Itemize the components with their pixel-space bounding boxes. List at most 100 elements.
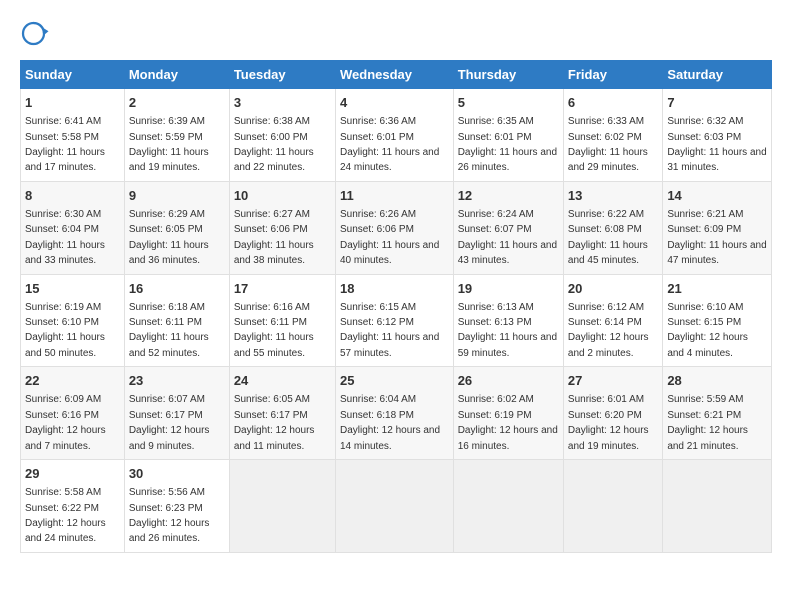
logo-icon: [20, 20, 50, 50]
day-number: 23: [129, 372, 225, 390]
calendar-cell: 15 Sunrise: 6:19 AMSunset: 6:10 PMDaylig…: [21, 274, 125, 367]
calendar-cell: 23 Sunrise: 6:07 AMSunset: 6:17 PMDaylig…: [124, 367, 229, 460]
day-number: 7: [667, 94, 767, 112]
calendar-week-2: 8 Sunrise: 6:30 AMSunset: 6:04 PMDayligh…: [21, 181, 772, 274]
column-header-monday: Monday: [124, 61, 229, 89]
day-number: 5: [458, 94, 559, 112]
day-number: 4: [340, 94, 449, 112]
day-number: 27: [568, 372, 658, 390]
calendar-cell: 29 Sunrise: 5:58 AMSunset: 6:22 PMDaylig…: [21, 460, 125, 553]
calendar-cell: 18 Sunrise: 6:15 AMSunset: 6:12 PMDaylig…: [335, 274, 453, 367]
day-info: Sunrise: 6:36 AMSunset: 6:01 PMDaylight:…: [340, 116, 439, 173]
logo: [20, 20, 54, 50]
calendar-cell: 8 Sunrise: 6:30 AMSunset: 6:04 PMDayligh…: [21, 181, 125, 274]
day-number: 16: [129, 280, 225, 298]
calendar-cell: [563, 460, 662, 553]
calendar-table: SundayMondayTuesdayWednesdayThursdayFrid…: [20, 60, 772, 553]
calendar-cell: 24 Sunrise: 6:05 AMSunset: 6:17 PMDaylig…: [229, 367, 335, 460]
day-number: 3: [234, 94, 331, 112]
day-info: Sunrise: 6:39 AMSunset: 5:59 PMDaylight:…: [129, 116, 209, 173]
calendar-cell: 12 Sunrise: 6:24 AMSunset: 6:07 PMDaylig…: [453, 181, 563, 274]
calendar-cell: 4 Sunrise: 6:36 AMSunset: 6:01 PMDayligh…: [335, 89, 453, 182]
calendar-cell: 6 Sunrise: 6:33 AMSunset: 6:02 PMDayligh…: [563, 89, 662, 182]
day-number: 10: [234, 187, 331, 205]
day-info: Sunrise: 6:04 AMSunset: 6:18 PMDaylight:…: [340, 394, 440, 451]
day-info: Sunrise: 6:22 AMSunset: 6:08 PMDaylight:…: [568, 209, 648, 266]
calendar-cell: 26 Sunrise: 6:02 AMSunset: 6:19 PMDaylig…: [453, 367, 563, 460]
day-info: Sunrise: 6:02 AMSunset: 6:19 PMDaylight:…: [458, 394, 558, 451]
calendar-week-1: 1 Sunrise: 6:41 AMSunset: 5:58 PMDayligh…: [21, 89, 772, 182]
day-info: Sunrise: 6:26 AMSunset: 6:06 PMDaylight:…: [340, 209, 439, 266]
day-number: 14: [667, 187, 767, 205]
day-info: Sunrise: 6:09 AMSunset: 6:16 PMDaylight:…: [25, 394, 106, 451]
day-info: Sunrise: 6:12 AMSunset: 6:14 PMDaylight:…: [568, 302, 649, 359]
day-number: 12: [458, 187, 559, 205]
day-number: 1: [25, 94, 120, 112]
day-number: 26: [458, 372, 559, 390]
day-info: Sunrise: 5:58 AMSunset: 6:22 PMDaylight:…: [25, 487, 106, 544]
day-number: 18: [340, 280, 449, 298]
day-number: 29: [25, 465, 120, 483]
calendar-cell: 28 Sunrise: 5:59 AMSunset: 6:21 PMDaylig…: [663, 367, 772, 460]
day-number: 20: [568, 280, 658, 298]
day-number: 6: [568, 94, 658, 112]
calendar-cell: 21 Sunrise: 6:10 AMSunset: 6:15 PMDaylig…: [663, 274, 772, 367]
calendar-cell: 14 Sunrise: 6:21 AMSunset: 6:09 PMDaylig…: [663, 181, 772, 274]
calendar-cell: 19 Sunrise: 6:13 AMSunset: 6:13 PMDaylig…: [453, 274, 563, 367]
calendar-cell: 7 Sunrise: 6:32 AMSunset: 6:03 PMDayligh…: [663, 89, 772, 182]
column-header-tuesday: Tuesday: [229, 61, 335, 89]
day-info: Sunrise: 6:32 AMSunset: 6:03 PMDaylight:…: [667, 116, 766, 173]
calendar-cell: 22 Sunrise: 6:09 AMSunset: 6:16 PMDaylig…: [21, 367, 125, 460]
header-row: SundayMondayTuesdayWednesdayThursdayFrid…: [21, 61, 772, 89]
day-info: Sunrise: 6:01 AMSunset: 6:20 PMDaylight:…: [568, 394, 649, 451]
day-number: 2: [129, 94, 225, 112]
calendar-week-3: 15 Sunrise: 6:19 AMSunset: 6:10 PMDaylig…: [21, 274, 772, 367]
calendar-cell: 2 Sunrise: 6:39 AMSunset: 5:59 PMDayligh…: [124, 89, 229, 182]
calendar-cell: 13 Sunrise: 6:22 AMSunset: 6:08 PMDaylig…: [563, 181, 662, 274]
calendar-cell: 10 Sunrise: 6:27 AMSunset: 6:06 PMDaylig…: [229, 181, 335, 274]
column-header-sunday: Sunday: [21, 61, 125, 89]
calendar-cell: 11 Sunrise: 6:26 AMSunset: 6:06 PMDaylig…: [335, 181, 453, 274]
day-info: Sunrise: 5:56 AMSunset: 6:23 PMDaylight:…: [129, 487, 210, 544]
day-info: Sunrise: 6:30 AMSunset: 6:04 PMDaylight:…: [25, 209, 105, 266]
day-number: 15: [25, 280, 120, 298]
calendar-cell: [663, 460, 772, 553]
calendar-cell: [229, 460, 335, 553]
day-info: Sunrise: 6:15 AMSunset: 6:12 PMDaylight:…: [340, 302, 439, 359]
calendar-cell: 30 Sunrise: 5:56 AMSunset: 6:23 PMDaylig…: [124, 460, 229, 553]
day-info: Sunrise: 6:24 AMSunset: 6:07 PMDaylight:…: [458, 209, 557, 266]
day-info: Sunrise: 6:13 AMSunset: 6:13 PMDaylight:…: [458, 302, 557, 359]
day-info: Sunrise: 6:05 AMSunset: 6:17 PMDaylight:…: [234, 394, 315, 451]
calendar-cell: 25 Sunrise: 6:04 AMSunset: 6:18 PMDaylig…: [335, 367, 453, 460]
column-header-friday: Friday: [563, 61, 662, 89]
day-info: Sunrise: 6:35 AMSunset: 6:01 PMDaylight:…: [458, 116, 557, 173]
day-info: Sunrise: 6:38 AMSunset: 6:00 PMDaylight:…: [234, 116, 314, 173]
column-header-wednesday: Wednesday: [335, 61, 453, 89]
day-number: 8: [25, 187, 120, 205]
day-number: 30: [129, 465, 225, 483]
calendar-cell: 27 Sunrise: 6:01 AMSunset: 6:20 PMDaylig…: [563, 367, 662, 460]
calendar-cell: [335, 460, 453, 553]
day-info: Sunrise: 6:33 AMSunset: 6:02 PMDaylight:…: [568, 116, 648, 173]
day-info: Sunrise: 6:10 AMSunset: 6:15 PMDaylight:…: [667, 302, 748, 359]
calendar-week-4: 22 Sunrise: 6:09 AMSunset: 6:16 PMDaylig…: [21, 367, 772, 460]
day-number: 21: [667, 280, 767, 298]
day-number: 9: [129, 187, 225, 205]
day-info: Sunrise: 6:29 AMSunset: 6:05 PMDaylight:…: [129, 209, 209, 266]
page-header: [20, 20, 772, 50]
day-number: 24: [234, 372, 331, 390]
calendar-cell: 16 Sunrise: 6:18 AMSunset: 6:11 PMDaylig…: [124, 274, 229, 367]
day-number: 28: [667, 372, 767, 390]
calendar-week-5: 29 Sunrise: 5:58 AMSunset: 6:22 PMDaylig…: [21, 460, 772, 553]
calendar-cell: [453, 460, 563, 553]
column-header-saturday: Saturday: [663, 61, 772, 89]
day-info: Sunrise: 6:18 AMSunset: 6:11 PMDaylight:…: [129, 302, 209, 359]
calendar-cell: 3 Sunrise: 6:38 AMSunset: 6:00 PMDayligh…: [229, 89, 335, 182]
calendar-cell: 20 Sunrise: 6:12 AMSunset: 6:14 PMDaylig…: [563, 274, 662, 367]
day-number: 19: [458, 280, 559, 298]
day-info: Sunrise: 6:07 AMSunset: 6:17 PMDaylight:…: [129, 394, 210, 451]
column-header-thursday: Thursday: [453, 61, 563, 89]
day-info: Sunrise: 6:41 AMSunset: 5:58 PMDaylight:…: [25, 116, 105, 173]
day-info: Sunrise: 6:27 AMSunset: 6:06 PMDaylight:…: [234, 209, 314, 266]
calendar-cell: 9 Sunrise: 6:29 AMSunset: 6:05 PMDayligh…: [124, 181, 229, 274]
